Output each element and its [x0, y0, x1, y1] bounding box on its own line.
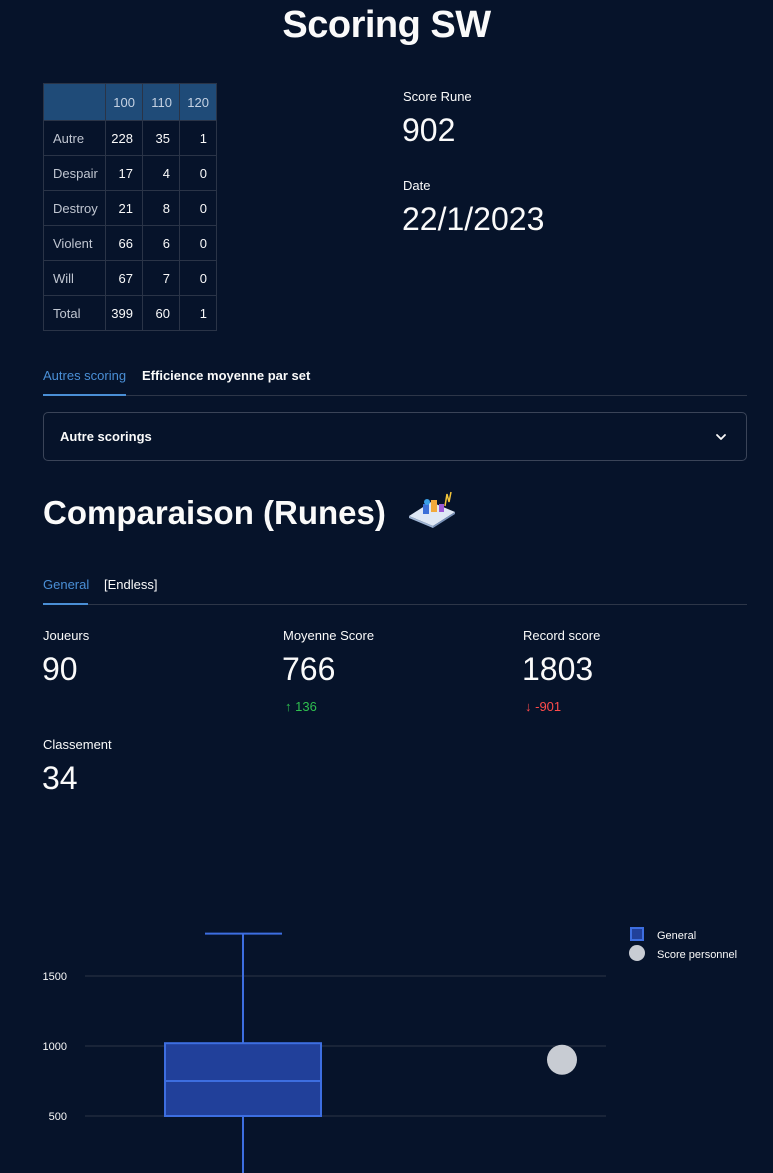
table-row: Violent 66 6 0 — [43, 225, 217, 261]
legend-score-swatch — [629, 945, 645, 961]
moyenne-value: 766 — [282, 651, 336, 687]
table-row: Autre 228 35 1 — [43, 120, 217, 156]
classement-value: 34 — [42, 760, 78, 796]
table-cell: 1 — [179, 120, 217, 156]
table-corner — [43, 83, 106, 121]
arrow-up-icon: ↑ — [285, 699, 292, 714]
col-header: 120 — [179, 83, 217, 121]
table-cell: 0 — [179, 190, 217, 226]
section-title: Comparaison (Runes) — [43, 494, 386, 531]
legend-score-label: Score personnel — [657, 949, 737, 961]
table-cell: 4 — [142, 155, 180, 191]
table-row: Will 67 7 0 — [43, 260, 217, 296]
record-delta: ↓ -901 — [525, 699, 561, 714]
row-label: Total — [43, 295, 106, 331]
moyenne-delta-value: 136 — [295, 699, 317, 714]
tab-efficience-moyenne[interactable]: Efficience moyenne par set — [142, 368, 310, 383]
col-header: 100 — [105, 83, 143, 121]
table-cell: 66 — [105, 225, 143, 261]
tab-active-indicator — [43, 394, 126, 396]
row-label: Destroy — [43, 190, 106, 226]
y-tick-label: 1000 — [43, 1041, 67, 1053]
table-cell: 35 — [142, 120, 180, 156]
date-label: Date — [403, 178, 431, 193]
table-cell: 228 — [105, 120, 143, 156]
table-cell: 6 — [142, 225, 180, 261]
score-rune-value: 902 — [402, 112, 456, 148]
row-label: Will — [43, 260, 106, 296]
chevron-down-icon — [716, 434, 726, 440]
expander-label: Autre scorings — [60, 429, 152, 444]
rune-count-table: 100 110 120 Autre 228 35 1 Despair 17 4 … — [43, 83, 217, 331]
table-cell: 17 — [105, 155, 143, 191]
joueurs-value: 90 — [42, 651, 78, 687]
record-delta-value: -901 — [535, 699, 562, 714]
classement-label: Classement — [43, 737, 112, 752]
table-cell: 0 — [179, 155, 217, 191]
y-tick-label: 500 — [49, 1111, 67, 1123]
table-cell: 0 — [179, 260, 217, 296]
row-label: Autre — [43, 120, 106, 156]
row-label: Violent — [43, 225, 106, 261]
date-value: 22/1/2023 — [402, 201, 545, 237]
table-cell: 0 — [179, 225, 217, 261]
score-rune-label: Score Rune — [403, 89, 472, 104]
table-cell: 67 — [105, 260, 143, 296]
table-row: Total 399 60 1 — [43, 295, 217, 331]
tab-divider — [43, 604, 747, 605]
score-personnel-point — [547, 1044, 577, 1075]
legend-general-swatch — [630, 927, 644, 941]
legend-general-label: General — [657, 930, 696, 942]
record-label: Record score — [523, 628, 601, 643]
table-cell: 60 — [142, 295, 180, 331]
table-row: Despair 17 4 0 — [43, 155, 217, 191]
tab-divider — [43, 395, 747, 396]
table-cell: 8 — [142, 190, 180, 226]
autre-scorings-expander[interactable]: Autre scorings — [43, 412, 747, 461]
table-cell: 399 — [105, 295, 143, 331]
table-cell: 21 — [105, 190, 143, 226]
tab-autres-scoring[interactable]: Autres scoring — [43, 368, 126, 383]
page-title: Scoring SW — [282, 4, 491, 46]
table-cell: 1 — [179, 295, 217, 331]
joueurs-label: Joueurs — [43, 628, 90, 643]
box-iqr — [164, 1042, 322, 1117]
y-tick-label: 1500 — [43, 971, 67, 983]
table-row: Destroy 21 8 0 — [43, 190, 217, 226]
moyenne-delta: ↑ 136 — [285, 699, 317, 714]
record-value: 1803 — [522, 651, 594, 687]
tab-general[interactable]: General — [43, 577, 89, 592]
moyenne-label: Moyenne Score — [283, 628, 375, 643]
table-cell: 7 — [142, 260, 180, 296]
tab-endless[interactable]: [Endless] — [104, 577, 157, 592]
app-page: Scoring SW 100 110 120 Autre 228 35 1 De… — [0, 0, 773, 1173]
arrow-down-icon: ↓ — [525, 699, 532, 714]
col-header: 110 — [142, 83, 180, 121]
tab-active-indicator — [43, 603, 88, 605]
box-plot-chart[interactable]: 500 1000 1500 General Score personnel — [0, 900, 773, 1173]
row-label: Despair — [43, 155, 106, 191]
chart-illustration-icon — [409, 491, 455, 528]
